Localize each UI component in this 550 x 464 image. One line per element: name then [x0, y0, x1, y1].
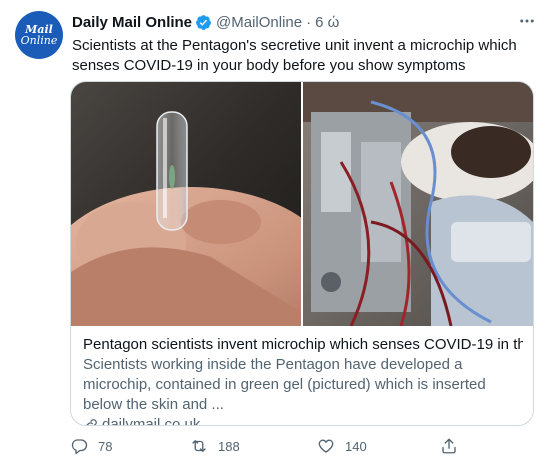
action-bar: 78 188 140 [70, 434, 510, 458]
heart-icon [318, 439, 334, 453]
card-domain-text: dailymail.co.uk [102, 416, 201, 426]
reply-button[interactable]: 78 [70, 437, 112, 455]
card-image [71, 82, 533, 326]
verified-badge-icon [195, 14, 212, 31]
link-card[interactable]: Pentagon scientists invent microchip whi… [70, 81, 534, 426]
separator-dot: · [306, 13, 312, 31]
display-name[interactable]: Daily Mail Online [72, 14, 192, 31]
like-button[interactable]: 140 [317, 437, 367, 455]
card-title: Pentagon scientists invent microchip whi… [83, 336, 523, 353]
card-description: Scientists working inside the Pentagon h… [83, 356, 486, 413]
retweet-button[interactable]: 188 [190, 437, 240, 455]
handle[interactable]: @MailOnline [216, 14, 302, 31]
retweet-count: 188 [218, 438, 240, 454]
avatar-text-line2: Online [20, 34, 58, 47]
card-text: Pentagon scientists invent microchip whi… [83, 335, 523, 426]
link-icon [86, 419, 97, 425]
like-count: 140 [345, 438, 367, 454]
retweet-icon [192, 440, 206, 452]
timestamp[interactable]: 6 ώ [315, 14, 339, 31]
share-button[interactable] [440, 437, 458, 455]
avatar[interactable]: Mail Online [15, 11, 63, 59]
tweet[interactable]: Mail Online Daily Mail Online @MailOnlin… [0, 0, 550, 464]
reply-count: 78 [98, 438, 113, 454]
tweet-header: Daily Mail Online @MailOnline · 6 ώ [72, 12, 530, 32]
card-domain: dailymail.co.uk [83, 415, 523, 426]
share-icon [442, 438, 456, 454]
reply-icon [71, 439, 88, 455]
tweet-text: Scientists at the Pentagon's secretive u… [72, 37, 517, 74]
more-options-icon[interactable] [518, 12, 536, 30]
